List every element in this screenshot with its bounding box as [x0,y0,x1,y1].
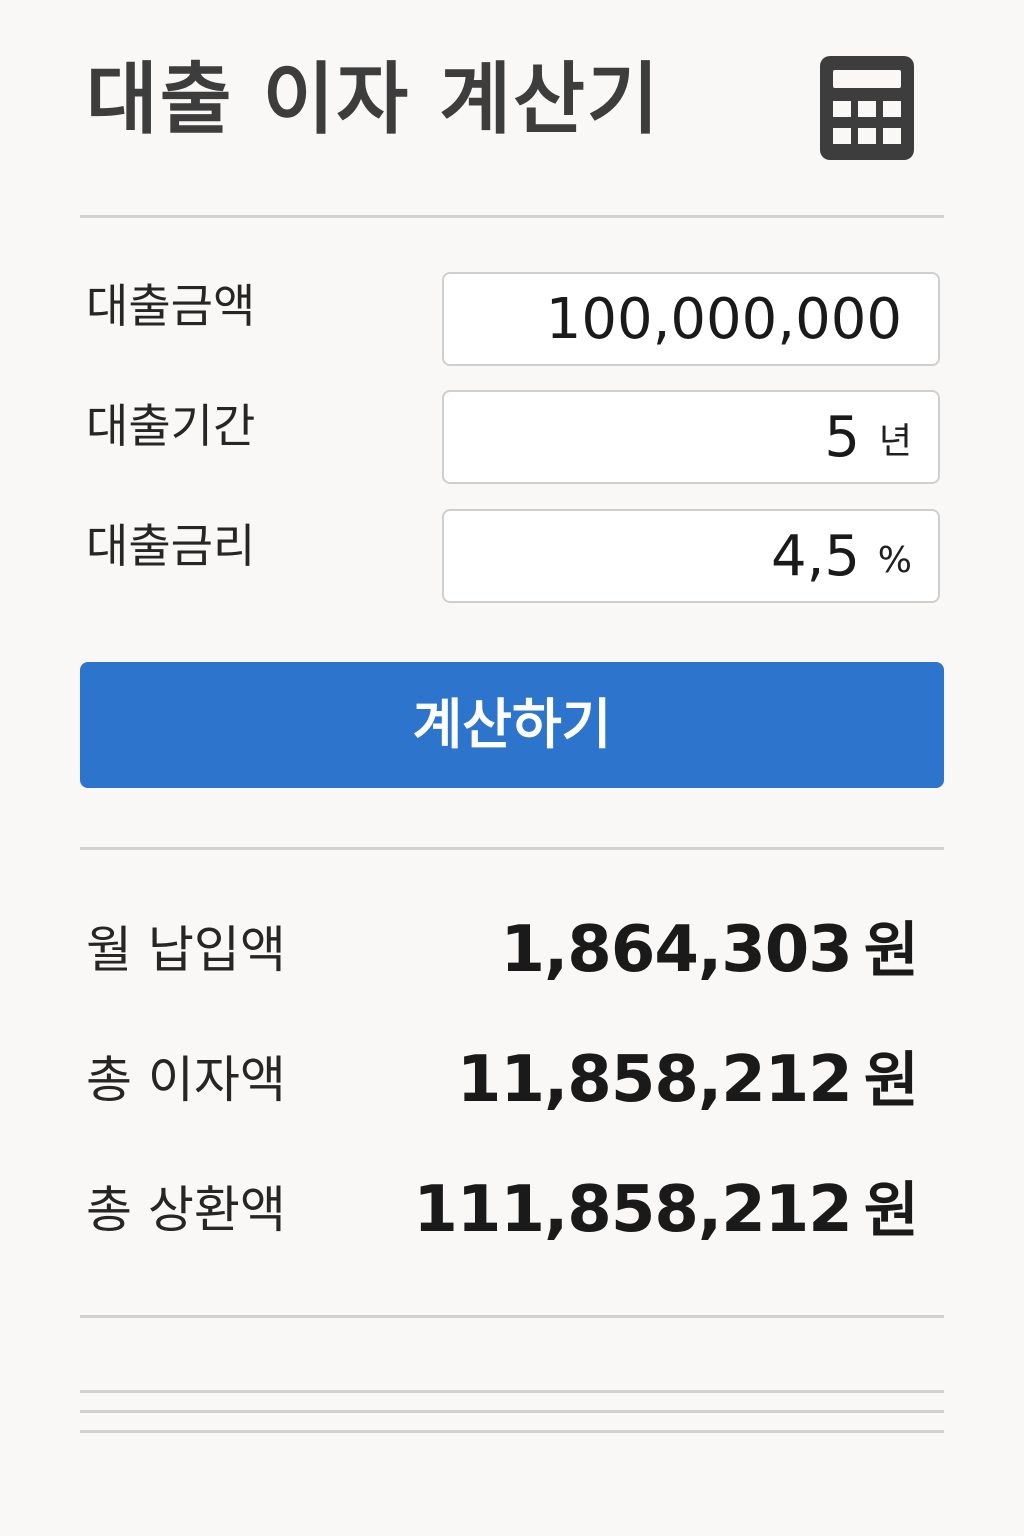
loan-rate-field[interactable]: 4,5 % [442,509,940,603]
loan-rate-value: 4,5 [770,524,860,589]
total-repayment-value-row: 111,858,212 원 [413,1172,919,1249]
total-repayment-unit: 원 [863,1176,919,1246]
monthly-payment-unit: 원 [863,916,919,986]
header-divider [80,215,944,218]
results-top-divider [80,847,944,850]
loan-rate-unit: % [877,540,912,581]
calculate-button[interactable]: 계산하기 [80,662,944,788]
loan-period-value: 5 [824,405,860,470]
footer-divider-1 [80,1390,944,1393]
total-interest-value-row: 11,858,212 원 [456,1042,919,1119]
loan-period-field[interactable]: 5 년 [442,390,940,484]
loan-amount-field[interactable]: 100,000,000 [442,272,940,366]
loan-period-label: 대출기간 [86,399,256,453]
footer-divider-3 [80,1430,944,1433]
page-title: 대출 이자 계산기 [86,55,661,145]
header: 대출 이자 계산기 [80,48,944,168]
loan-period-unit: 년 [878,421,912,462]
loan-calculator-page: 대출 이자 계산기 대출금액 100,000,000 대출기간 5 년 대출금리… [80,0,944,1536]
loan-amount-value: 100,000,000 [545,287,902,352]
total-interest-label: 총 이자액 [86,1051,286,1109]
loan-amount-label: 대출금액 [86,279,256,333]
total-interest-unit: 원 [863,1046,919,1116]
total-interest-value: 11,858,212 [456,1043,853,1117]
results-bottom-divider [80,1315,944,1318]
total-repayment-value: 111,858,212 [413,1173,852,1247]
monthly-payment-value-row: 1,864,303 원 [500,912,919,989]
monthly-payment-label: 월 납입액 [86,921,286,979]
calculator-icon [820,56,914,160]
footer-divider-2 [80,1410,944,1413]
loan-rate-label: 대출금리 [86,519,256,573]
monthly-payment-value: 1,864,303 [500,913,852,987]
total-repayment-label: 총 상환액 [86,1181,286,1239]
